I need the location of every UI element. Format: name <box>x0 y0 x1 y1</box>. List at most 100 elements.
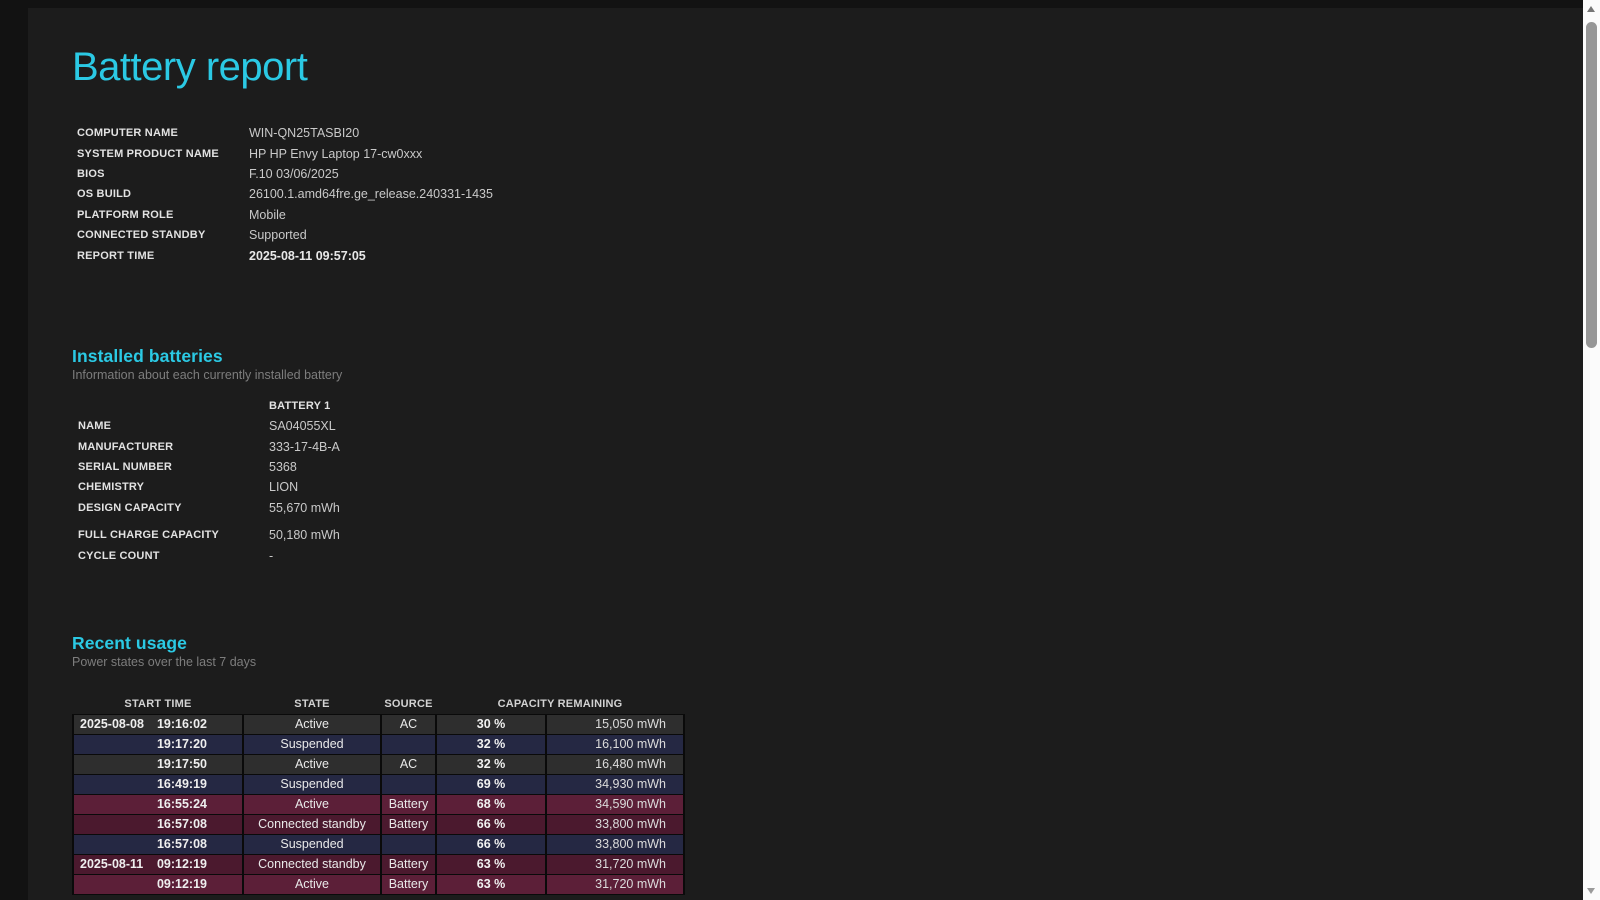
cell-percent: 32 % <box>435 753 547 775</box>
info-label: FULL CHARGE CAPACITY <box>78 529 220 542</box>
battery-row-design-capacity: DESIGN CAPACITY 55,670 mWh <box>72 498 1583 518</box>
info-value: LION <box>269 480 299 495</box>
info-label: PLATFORM ROLE <box>77 208 174 221</box>
cell-state: Suspended <box>242 733 382 755</box>
info-value: F.10 03/06/2025 <box>249 166 339 181</box>
cell-source: AC <box>380 753 437 775</box>
cell-start-time: 16:57:08 <box>72 833 244 855</box>
info-label: SYSTEM PRODUCT NAME <box>77 147 219 160</box>
usage-header-row: START TIME STATE SOURCE CAPACITY REMAINI… <box>73 694 684 715</box>
cell-start-time: 2025-08-08 19:16:02 <box>72 713 244 735</box>
cell-percent: 32 % <box>435 733 547 755</box>
info-value: - <box>269 548 274 563</box>
battery-row-chemistry: CHEMISTRY LION <box>72 477 1583 497</box>
cell-start-time: 16:55:24 <box>72 793 244 815</box>
battery-report-page: Battery report COMPUTER NAME WIN-QN25TAS… <box>28 8 1583 900</box>
system-info-table: COMPUTER NAME WIN-QN25TASBI20 SYSTEM PRO… <box>72 123 1583 266</box>
cell-source: Battery <box>380 873 437 895</box>
table-row: 19:17:20 Suspended 32 % 16,100 mWh <box>72 733 685 755</box>
cell-mwh: 16,480 mWh <box>545 753 685 775</box>
col-header-capacity-remaining: CAPACITY REMAINING <box>497 697 623 710</box>
cell-state: Active <box>242 713 382 735</box>
info-value: Supported <box>249 228 307 243</box>
info-label: REPORT TIME <box>77 249 155 262</box>
cell-start-time: 2025-08-11 09:12:19 <box>72 853 244 875</box>
recent-usage-subtitle: Power states over the last 7 days <box>72 654 257 669</box>
cell-start-time: 16:49:19 <box>72 773 244 795</box>
table-row: 2025-08-11 09:12:19 Connected standby Bat… <box>72 853 685 875</box>
cell-state: Connected standby <box>242 813 382 835</box>
table-row: 16:57:08 Connected standby Battery 66 % … <box>72 813 685 835</box>
scroll-down-icon[interactable] <box>1587 888 1595 894</box>
cell-state: Suspended <box>242 773 382 795</box>
info-row-computer-name: COMPUTER NAME WIN-QN25TASBI20 <box>72 123 1583 143</box>
info-label: CONNECTED STANDBY <box>77 229 206 242</box>
info-value: HP HP Envy Laptop 17-cw0xxx <box>249 146 423 161</box>
cell-start-time: 19:17:50 <box>72 753 244 775</box>
cell-start-time: 16:57:08 <box>72 813 244 835</box>
info-value: SA04055XL <box>269 419 336 434</box>
cell-start-time: 19:17:20 <box>72 733 244 755</box>
recent-usage-table: START TIME STATE SOURCE CAPACITY REMAINI… <box>72 694 685 895</box>
info-value: WIN-QN25TASBI20 <box>249 126 360 141</box>
info-label: OS BUILD <box>77 188 132 201</box>
info-value: 333-17-4B-A <box>269 439 340 454</box>
installed-batteries-table: BATTERY 1 NAME SA04055XL MANUFACTURER 33… <box>72 396 1583 566</box>
cell-source: AC <box>380 713 437 735</box>
info-label: NAME <box>78 420 112 433</box>
info-row-bios: BIOS F.10 03/06/2025 <box>72 164 1583 184</box>
cell-mwh: 31,720 mWh <box>545 853 685 875</box>
col-header-state: STATE <box>294 697 330 710</box>
info-value: Mobile <box>249 207 286 222</box>
info-label: MANUFACTURER <box>78 440 174 453</box>
cell-source: Battery <box>380 793 437 815</box>
cell-source: Battery <box>380 813 437 835</box>
installed-batteries-subtitle: Information about each currently install… <box>72 367 343 382</box>
info-label: CYCLE COUNT <box>78 549 160 562</box>
col-header-start-time: START TIME <box>124 697 192 710</box>
cell-percent: 69 % <box>435 773 547 795</box>
info-row-system-product-name: SYSTEM PRODUCT NAME HP HP Envy Laptop 17… <box>72 143 1583 163</box>
info-row-os-build: OS BUILD 26100.1.amd64fre.ge_release.240… <box>72 184 1583 204</box>
installed-batteries-heading: Installed batteries <box>72 345 223 366</box>
info-label: CHEMISTRY <box>78 481 145 494</box>
info-label: SERIAL NUMBER <box>78 461 173 474</box>
battery-row-full-charge-capacity: FULL CHARGE CAPACITY 50,180 mWh <box>72 525 1583 545</box>
table-row: 09:12:19 Active Battery 63 % 31,720 mWh <box>72 873 685 895</box>
cell-mwh: 34,590 mWh <box>545 793 685 815</box>
cell-state: Connected standby <box>242 853 382 875</box>
table-row: 16:57:08 Suspended 66 % 33,800 mWh <box>72 833 685 855</box>
cell-mwh: 31,720 mWh <box>545 873 685 895</box>
cell-percent: 68 % <box>435 793 547 815</box>
scroll-up-icon[interactable] <box>1587 6 1595 12</box>
cell-state: Active <box>242 793 382 815</box>
vertical-scrollbar[interactable] <box>1583 0 1600 900</box>
cell-percent: 66 % <box>435 833 547 855</box>
cell-mwh: 15,050 mWh <box>545 713 685 735</box>
battery-row-manufacturer: MANUFACTURER 333-17-4B-A <box>72 437 1583 457</box>
scrollbar-thumb[interactable] <box>1586 22 1597 348</box>
cell-percent: 63 % <box>435 873 547 895</box>
battery-row-serial-number: SERIAL NUMBER 5368 <box>72 457 1583 477</box>
cell-percent: 66 % <box>435 813 547 835</box>
info-value: 26100.1.amd64fre.ge_release.240331-1435 <box>249 187 493 202</box>
cell-mwh: 33,800 mWh <box>545 813 685 835</box>
cell-state: Active <box>242 753 382 775</box>
table-row: 16:49:19 Suspended 69 % 34,930 mWh <box>72 773 685 795</box>
info-label: DESIGN CAPACITY <box>78 501 182 514</box>
info-label: BIOS <box>77 167 105 180</box>
info-value: 5368 <box>269 460 297 475</box>
cell-source <box>380 833 437 855</box>
cell-source <box>380 773 437 795</box>
col-header-source: SOURCE <box>384 697 433 710</box>
info-label: COMPUTER NAME <box>77 127 178 140</box>
recent-usage-heading: Recent usage <box>72 632 187 653</box>
page-title: Battery report <box>72 45 308 89</box>
cell-percent: 63 % <box>435 853 547 875</box>
cell-state: Active <box>242 873 382 895</box>
cell-source <box>380 733 437 755</box>
cell-percent: 30 % <box>435 713 547 735</box>
cell-mwh: 16,100 mWh <box>545 733 685 755</box>
info-row-platform-role: PLATFORM ROLE Mobile <box>72 205 1583 225</box>
info-row-connected-standby: CONNECTED STANDBY Supported <box>72 225 1583 245</box>
